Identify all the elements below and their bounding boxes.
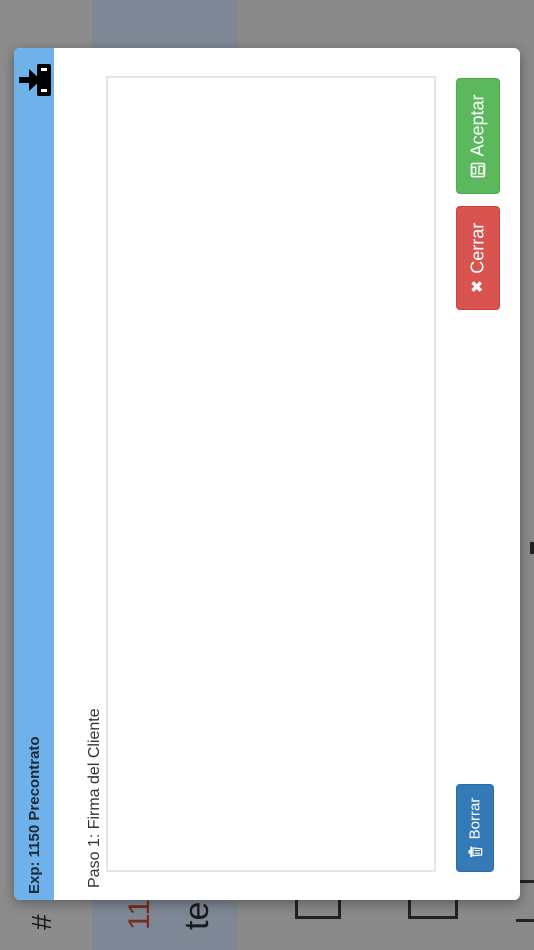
trash-icon [468, 846, 482, 858]
accept-button-label: Aceptar [467, 94, 488, 157]
background-hash-header: # [26, 914, 57, 930]
times-icon: ✖ [469, 279, 486, 294]
signature-modal: Exp: 1150 Precontrato Paso 1: Firma del … [14, 48, 520, 900]
sign-in-icon[interactable] [17, 62, 53, 98]
background-doc-icon [408, 900, 458, 919]
save-icon [470, 162, 486, 178]
modal-title: Exp: 1150 Precontrato [26, 736, 43, 894]
step-label: Paso 1: Firma del Cliente [86, 708, 103, 888]
background-row-number: 11 [123, 898, 156, 930]
clear-button-label: Borrar [466, 797, 484, 840]
background-mark [530, 542, 534, 554]
clear-button[interactable]: Borrar [456, 784, 494, 872]
close-button-label: Cerrar [467, 222, 488, 274]
close-button[interactable]: ✖ Cerrar [456, 206, 500, 310]
signature-pad[interactable] [106, 76, 436, 872]
modal-header: Exp: 1150 Precontrato [14, 48, 54, 900]
background-row-text: te [178, 901, 216, 930]
accept-button[interactable]: Aceptar [456, 78, 500, 194]
background-doc-icon [295, 900, 341, 919]
